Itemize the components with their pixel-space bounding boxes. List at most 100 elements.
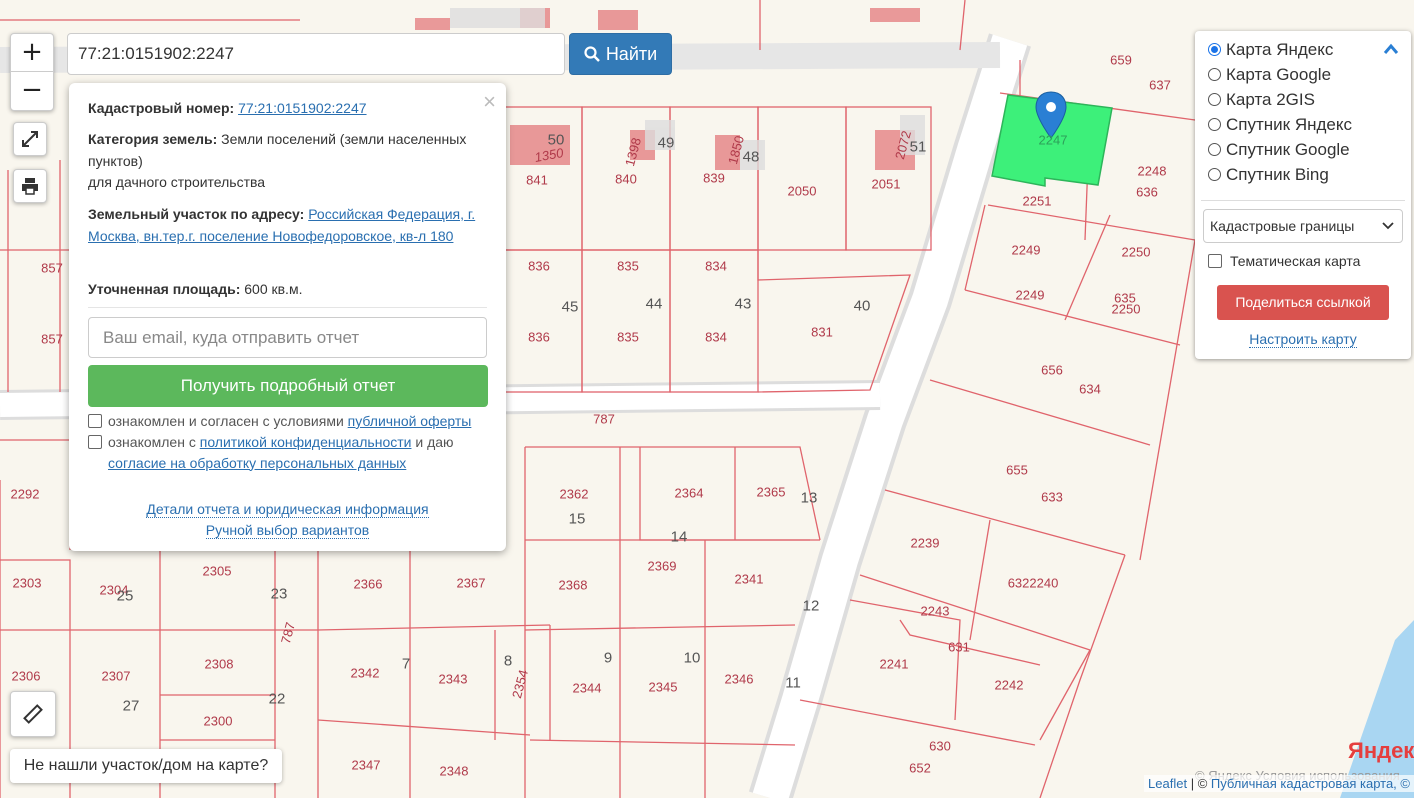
block-number-label: 48 xyxy=(742,148,760,166)
search-icon xyxy=(584,46,600,62)
plot-number-label: 637 xyxy=(1149,77,1171,93)
offer-link[interactable]: публичной оферты xyxy=(348,413,472,429)
pkk-link[interactable]: Публичная кадастровая карта, © xyxy=(1211,776,1410,791)
overlay-select-value: Кадастровые границы xyxy=(1210,218,1355,234)
block-number-label: 14 xyxy=(670,528,688,546)
plot-number-label: 631 xyxy=(948,639,970,655)
area-value: 600 кв.м. xyxy=(244,281,303,297)
radio-button[interactable] xyxy=(1208,68,1221,81)
plot-number-label: 633 xyxy=(1041,489,1063,505)
plot-number-label: 2051 xyxy=(871,176,901,192)
plot-number-label: 2342 xyxy=(350,665,380,681)
block-number-label: 13 xyxy=(800,489,818,507)
search-input[interactable]: 77:21:0151902:2247 xyxy=(67,33,565,75)
plot-number-label: 2367 xyxy=(456,575,486,591)
yandex-logo: Яндекс xyxy=(1348,738,1414,763)
plot-number-label: 831 xyxy=(811,324,833,340)
plot-number-label: 652 xyxy=(909,760,931,776)
plot-number-label: 2343 xyxy=(438,671,468,687)
search-button[interactable]: Найти xyxy=(569,33,672,75)
fullscreen-button[interactable] xyxy=(13,122,47,156)
plot-number-label: 2247 xyxy=(1038,132,1068,148)
not-found-button[interactable]: Не нашли участок/дом на карте? xyxy=(10,749,282,783)
plot-number-label: 2306 xyxy=(11,668,41,684)
plot-number-label: 2303 xyxy=(12,575,42,591)
basemap-option[interactable]: Спутник Яндекс xyxy=(1208,112,1352,137)
basemap-option[interactable]: Спутник Google xyxy=(1208,137,1350,162)
plot-number-label: 630 xyxy=(929,738,951,754)
plot-number-label: 2345 xyxy=(648,679,678,695)
thematic-map-row: Тематическая карта xyxy=(1208,253,1360,269)
email-input[interactable]: Ваш email, куда отправить отчет xyxy=(88,317,487,358)
overlay-select[interactable]: Кадастровые границы xyxy=(1203,209,1403,243)
thematic-checkbox[interactable] xyxy=(1208,254,1222,268)
basemap-option-label: Спутник Google xyxy=(1226,140,1350,159)
area-label: Уточненная площадь: xyxy=(88,281,241,297)
leaflet-link[interactable]: Leaflet xyxy=(1148,776,1187,791)
plot-number-label: 840 xyxy=(615,171,637,187)
manual-select-link[interactable]: Ручной выбор вариантов xyxy=(205,522,370,539)
basemap-option[interactable]: Карта Яндекс xyxy=(1208,37,1333,62)
plot-number-label: 655 xyxy=(1006,462,1028,478)
cadastral-number-link[interactable]: 77:21:0151902:2247 xyxy=(238,100,366,116)
plot-number-label: 2250 xyxy=(1121,244,1151,260)
block-number-label: 22 xyxy=(268,690,286,708)
plot-number-label: 2292 xyxy=(10,486,40,502)
area-row: Уточненная площадь: 600 кв.м. xyxy=(88,279,478,301)
plot-number-label: 2249 xyxy=(1011,242,1041,258)
offer-checkbox[interactable] xyxy=(88,414,102,428)
plot-number-label: 2248 xyxy=(1137,163,1167,179)
basemap-option[interactable]: Карта Google xyxy=(1208,62,1331,87)
address-label: Земельный участок по адресу: xyxy=(88,206,305,222)
basemap-option[interactable]: Карта 2GIS xyxy=(1208,87,1315,112)
plot-number-label: 2348 xyxy=(439,763,469,779)
plot-number-label: 2368 xyxy=(558,577,588,593)
attribution: Leaflet | © Публичная кадастровая карта,… xyxy=(1144,775,1414,792)
block-number-label: 8 xyxy=(503,652,513,670)
plot-number-label: 2308 xyxy=(204,656,234,672)
consent-link[interactable]: согласие на обработку персональных данны… xyxy=(108,455,406,471)
plot-number-label: 2300 xyxy=(203,713,233,729)
zoom-in-button[interactable]: + xyxy=(11,34,53,71)
plot-number-label: 2364 xyxy=(674,485,704,501)
expand-icon xyxy=(22,131,38,147)
print-button[interactable] xyxy=(13,169,47,203)
zoom-out-button[interactable]: − xyxy=(11,71,53,109)
cadastral-label: Кадастровый номер: xyxy=(88,100,235,116)
plot-number-label: 836 xyxy=(528,258,550,274)
privacy-agreement: ознакомлен с политикой конфиденциальност… xyxy=(88,432,488,473)
privacy-checkbox[interactable] xyxy=(88,435,102,449)
privacy-mid-text: и даю xyxy=(415,434,454,450)
details-link-row: Детали отчета и юридическая информация xyxy=(69,501,506,518)
radio-button[interactable] xyxy=(1208,118,1221,131)
plot-number-label: 834 xyxy=(705,329,727,345)
cadastral-number-row: Кадастровый номер: 77:21:0151902:2247 xyxy=(88,98,478,120)
thematic-label: Тематическая карта xyxy=(1230,253,1361,269)
attribution-sep: | © xyxy=(1187,776,1211,791)
get-report-button[interactable]: Получить подробный отчет xyxy=(88,365,488,407)
land-category-row: Категория земель: Земли поселений (земли… xyxy=(88,129,478,194)
radio-button[interactable] xyxy=(1208,93,1221,106)
block-number-label: 12 xyxy=(802,597,820,615)
chevron-up-icon[interactable] xyxy=(1383,43,1399,55)
basemap-option-label: Карта Яндекс xyxy=(1226,40,1334,59)
block-number-label: 40 xyxy=(853,297,871,315)
block-number-label: 10 xyxy=(683,649,701,667)
land-use-value: для дачного строительства xyxy=(88,174,266,190)
offer-text: ознакомлен и согласен с условиями xyxy=(108,413,344,429)
plot-number-label: 839 xyxy=(703,170,725,186)
radio-button[interactable] xyxy=(1208,168,1221,181)
radio-button[interactable] xyxy=(1208,43,1221,56)
radio-button[interactable] xyxy=(1208,143,1221,156)
share-link-button[interactable]: Поделиться ссылкой xyxy=(1217,285,1389,320)
block-number-label: 43 xyxy=(734,295,752,313)
close-icon[interactable]: × xyxy=(483,89,496,115)
basemap-option[interactable]: Спутник Bing xyxy=(1208,162,1329,187)
details-link[interactable]: Детали отчета и юридическая информация xyxy=(146,501,429,518)
layers-panel: Карта Яндекс Карта Google Карта 2GIS Спутни… xyxy=(1195,31,1411,359)
basemap-option-label: Спутник Bing xyxy=(1226,165,1329,184)
privacy-link[interactable]: политикой конфиденциальности xyxy=(200,434,412,450)
measure-button[interactable] xyxy=(10,691,56,737)
configure-map-link[interactable]: Настроить карту xyxy=(1249,331,1357,348)
plot-number-label: 2347 xyxy=(351,757,381,773)
